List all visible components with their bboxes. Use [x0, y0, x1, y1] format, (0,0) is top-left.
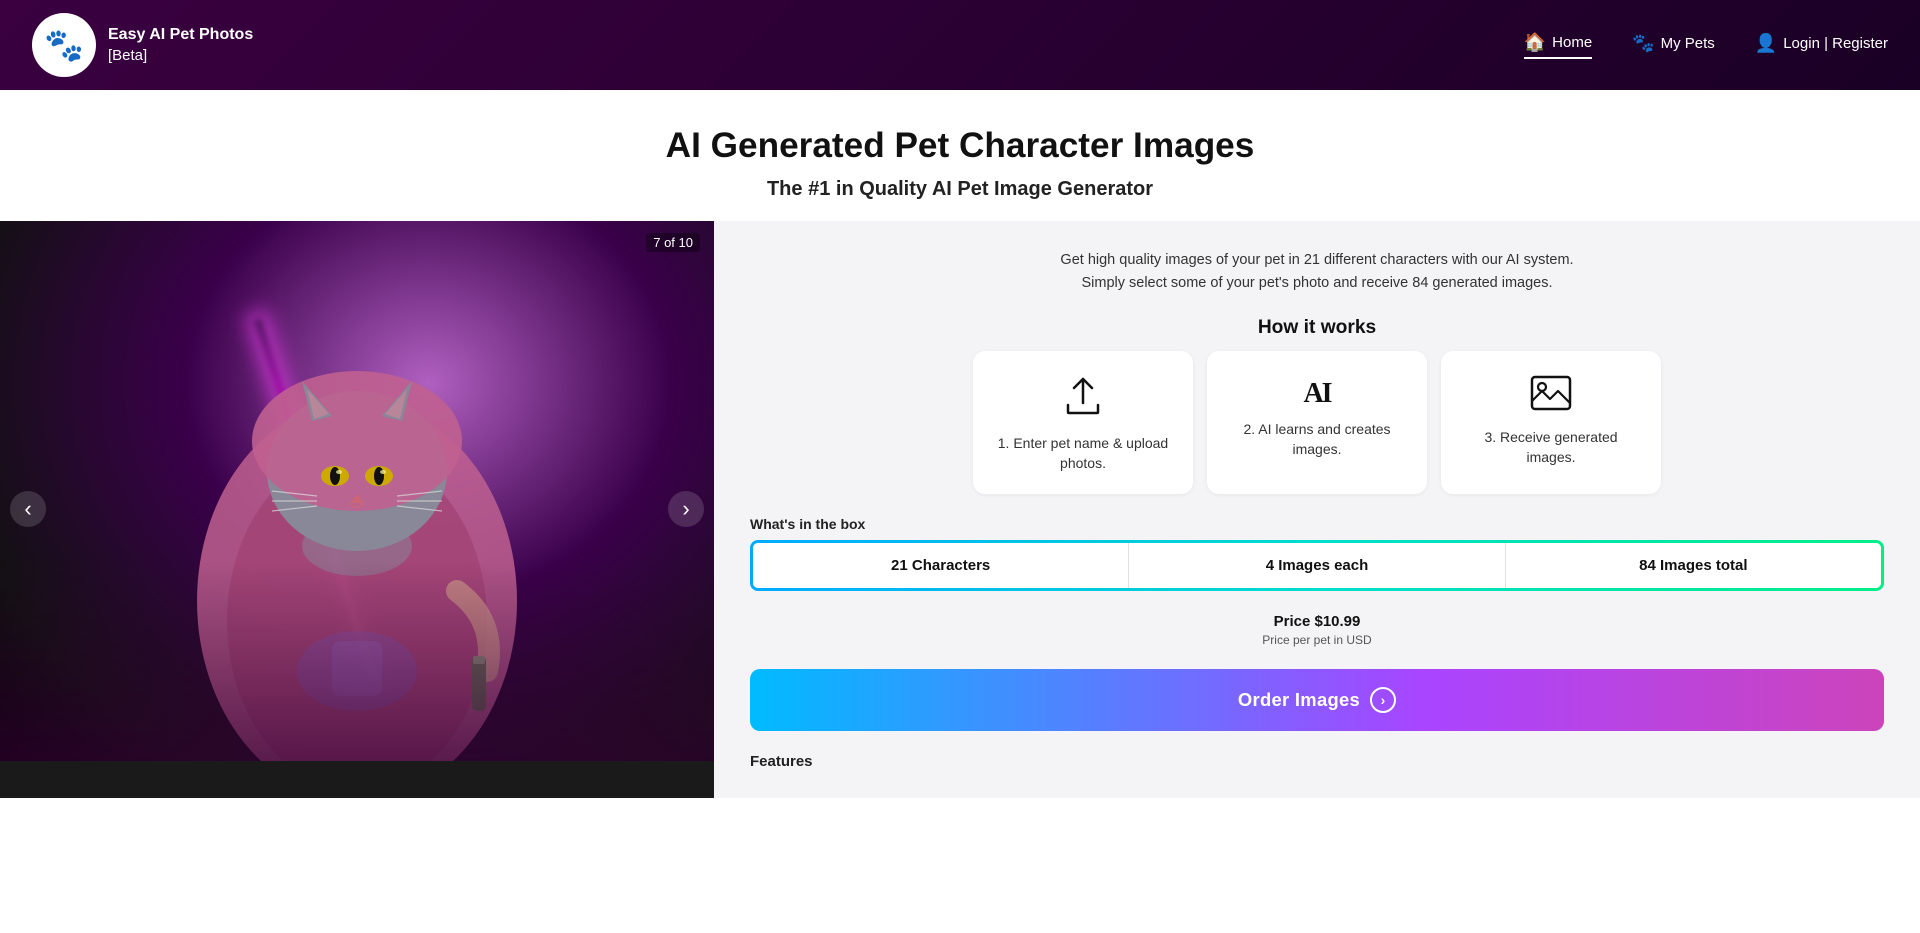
hero-subtitle: The #1 in Quality AI Pet Image Generator	[20, 178, 1900, 201]
hiw-card-ai: AI 2. AI learns and creates images.	[1207, 351, 1427, 493]
description-line1: Get high quality images of your pet in 2…	[750, 249, 1884, 272]
nav-my-pets[interactable]: 🐾 My Pets	[1632, 33, 1715, 58]
hero-section: AI Generated Pet Character Images The #1…	[0, 90, 1920, 221]
image-frame-icon	[1530, 375, 1572, 416]
paw-icon: 🐾	[44, 26, 84, 64]
hiw-card-receive: 3. Receive generated images.	[1441, 351, 1661, 493]
hiw-card-upload: 1. Enter pet name & upload photos.	[973, 351, 1193, 493]
witb-images-total: 84 Images total	[1506, 543, 1881, 588]
price-sub: Price per pet in USD	[750, 633, 1884, 647]
cat-jedi-illustration	[117, 281, 597, 761]
info-panel: Get high quality images of your pet in 2…	[714, 221, 1920, 798]
hero-title: AI Generated Pet Character Images	[20, 126, 1900, 166]
ai-text-icon: AI	[1303, 375, 1330, 408]
carousel-next-button[interactable]: ›	[668, 491, 704, 527]
how-it-works-cards: 1. Enter pet name & upload photos. AI 2.…	[750, 351, 1884, 493]
app-name: Easy AI Pet Photos	[108, 25, 253, 46]
pricing-area: Price $10.99 Price per pet in USD	[750, 613, 1884, 647]
price-main: Price $10.99	[750, 613, 1884, 630]
carousel-image-bg	[0, 221, 714, 761]
description-line2: Simply select some of your pet's photo a…	[750, 272, 1884, 295]
home-icon: 🏠	[1524, 32, 1546, 53]
ai-label-icon: AI	[1303, 378, 1330, 409]
nav-login-label: Login | Register	[1783, 35, 1888, 52]
how-it-works-section: How it works 1. Enter pet name & upload …	[750, 317, 1884, 493]
logo-text: Easy AI Pet Photos [Beta]	[108, 25, 253, 65]
witb-characters: 21 Characters	[753, 543, 1129, 588]
upload-icon	[1064, 375, 1102, 422]
nav-my-pets-label: My Pets	[1661, 35, 1715, 52]
witb-boxes: 21 Characters 4 Images each 84 Images to…	[750, 540, 1884, 591]
witb-title: What's in the box	[750, 516, 1884, 532]
order-images-label: Order Images	[1238, 689, 1360, 711]
features-section: Features	[750, 753, 1884, 770]
hiw-step2-label: 2. AI learns and creates images.	[1225, 420, 1409, 459]
whats-in-box-section: What's in the box 21 Characters 4 Images…	[750, 516, 1884, 591]
witb-images-each: 4 Images each	[1129, 543, 1505, 588]
order-images-icon: ›	[1370, 687, 1396, 713]
description-text: Get high quality images of your pet in 2…	[750, 249, 1884, 295]
order-images-button[interactable]: Order Images ›	[750, 669, 1884, 731]
user-icon: 👤	[1755, 33, 1777, 54]
logo-area: 🐾 Easy AI Pet Photos [Beta]	[32, 13, 253, 77]
hiw-step1-label: 1. Enter pet name & upload photos.	[991, 434, 1175, 473]
nav-home-label: Home	[1552, 34, 1592, 51]
nav-login-register[interactable]: 👤 Login | Register	[1755, 33, 1888, 58]
main-nav: 🏠 Home 🐾 My Pets 👤 Login | Register	[1524, 32, 1888, 59]
hiw-step3-label: 3. Receive generated images.	[1459, 428, 1643, 467]
pets-icon: 🐾	[1632, 33, 1654, 54]
logo-icon: 🐾	[32, 13, 96, 77]
app-beta: [Beta]	[108, 47, 147, 64]
slide-counter: 7 of 10	[646, 233, 700, 252]
main-content: 7 of 10 ‹ › Get high quality images of y…	[0, 221, 1920, 798]
nav-home[interactable]: 🏠 Home	[1524, 32, 1592, 59]
how-it-works-title: How it works	[750, 317, 1884, 339]
header: 🐾 Easy AI Pet Photos [Beta] 🏠 Home 🐾 My …	[0, 0, 1920, 90]
features-title: Features	[750, 753, 1884, 770]
carousel-prev-button[interactable]: ‹	[10, 491, 46, 527]
image-carousel: 7 of 10 ‹ ›	[0, 221, 714, 798]
